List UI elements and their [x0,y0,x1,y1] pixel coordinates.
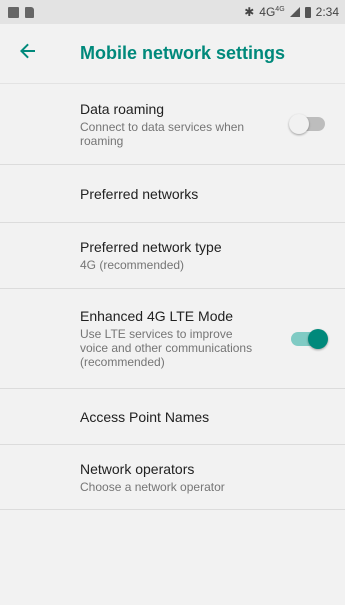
arrow-left-icon [20,42,36,65]
status-bar: ✱ 4G4G 2:34 [0,0,345,24]
setting-enhanced-4g-lte-mode[interactable]: Enhanced 4G LTE Mode Use LTE services to… [0,289,345,389]
data-roaming-toggle[interactable] [289,114,325,134]
network-type-sup: 4G [275,6,285,13]
battery-icon [304,6,311,18]
setting-subtitle: Use LTE services to improve voice and ot… [80,327,253,369]
setting-subtitle: 4G (recommended) [80,258,185,272]
sim-card-icon [25,6,34,18]
bluetooth-icon: ✱ [244,5,255,19]
network-type-label: 4G [259,5,276,19]
setting-network-operators[interactable]: Network operators Choose a network opera… [0,445,345,510]
setting-title: Access Point Names [80,408,210,425]
toggle-knob [289,114,309,134]
enhanced-4g-lte-toggle[interactable] [291,328,328,349]
setting-subtitle: Choose a network operator [80,479,225,494]
network-type: 4G4G [259,5,284,19]
setting-title: Data roaming [80,100,165,117]
setting-title: Network operators [80,460,195,477]
setting-data-roaming[interactable]: Data roaming Connect to data services wh… [0,84,345,165]
gallery-icon [8,6,19,18]
page-title: Mobile network settings [80,43,286,63]
app-bar: Mobile network settings [0,24,345,84]
status-right: ✱ 4G4G 2:34 [244,5,339,19]
status-left [8,6,34,18]
back-button[interactable] [0,24,56,84]
clock: 2:34 [315,5,339,19]
toggle-knob [308,328,328,349]
setting-title: Preferred network type [80,239,222,255]
setting-title: Enhanced 4G LTE Mode [80,308,234,324]
setting-preferred-network-type[interactable]: Preferred network type 4G (recommended) [0,223,345,289]
setting-preferred-networks[interactable]: Preferred networks [0,165,345,223]
setting-access-point-names[interactable]: Access Point Names [0,389,345,445]
settings-list: Data roaming Connect to data services wh… [0,84,345,510]
setting-title: Preferred networks [80,185,199,202]
signal-icon [289,7,300,17]
